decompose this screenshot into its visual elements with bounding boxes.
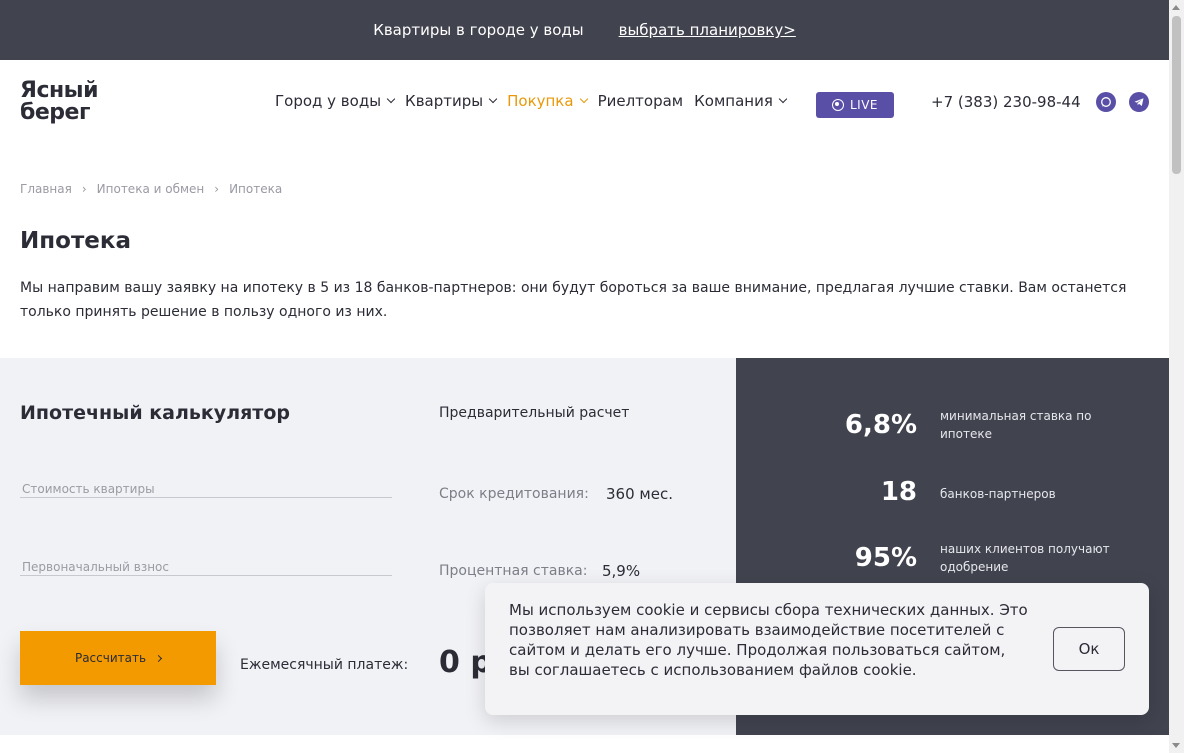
- telegram-icon[interactable]: [1129, 92, 1149, 112]
- breadcrumb-item-mortgage: Ипотека: [229, 182, 283, 196]
- breadcrumb: Главная › Ипотека и обмен › Ипотека: [20, 182, 282, 196]
- main-nav: Город у воды Квартиры Покупка Риелторам …: [275, 92, 797, 110]
- term-label: Срок кредитования:: [439, 486, 589, 502]
- nav-item-city[interactable]: Город у воды: [275, 92, 396, 110]
- down-payment-field: [20, 556, 392, 576]
- nav-item-apartments[interactable]: Квартиры: [405, 92, 498, 110]
- stat-banks-value: 18: [880, 477, 917, 507]
- stat-min-rate-value: 6,8%: [844, 410, 917, 440]
- breadcrumb-item-home[interactable]: Главная: [20, 182, 72, 196]
- promo-link[interactable]: выбрать планировку>: [619, 21, 796, 39]
- price-field: [20, 478, 392, 498]
- down-payment-input[interactable]: [20, 560, 392, 574]
- promo-text: Квартиры в городе у воды: [373, 21, 584, 39]
- whatsapp-icon[interactable]: [1096, 92, 1116, 112]
- page-title: Ипотека: [20, 228, 132, 254]
- nav-item-label: Покупка: [507, 92, 574, 110]
- stat-approval-text: наших клиентов получают одобрение: [940, 542, 1110, 574]
- calculator-title: Ипотечный калькулятор: [20, 402, 290, 424]
- chevron-down-icon: [579, 94, 588, 104]
- telegram-glyph: [1134, 98, 1144, 106]
- cookie-text: Мы используем cookie и сервисы сбора тех…: [509, 601, 1028, 679]
- term-value: 360 мес.: [606, 485, 673, 503]
- nav-item-realtors[interactable]: Риелторам: [598, 92, 684, 110]
- nav-item-label: Риелторам: [597, 92, 684, 110]
- nav-item-company[interactable]: Компания: [694, 92, 788, 110]
- calculate-button[interactable]: Рассчитать: [20, 631, 216, 685]
- stat-min-rate-text: минимальная ставка по ипотеке: [940, 409, 1092, 441]
- chevron-down-icon: [386, 94, 396, 104]
- chevron-right-icon: [155, 654, 163, 662]
- stat-approval-value: 95%: [854, 543, 917, 573]
- webcam-icon: [831, 99, 844, 111]
- price-input[interactable]: [20, 482, 392, 496]
- logo-line-1: Ясный: [20, 78, 99, 103]
- live-label: LIVE: [849, 98, 878, 112]
- nav-item-label: Компания: [694, 92, 773, 110]
- rate-value: 5,9%: [602, 562, 641, 580]
- nav-item-purchase[interactable]: Покупка: [507, 92, 588, 110]
- nav-item-label: Город у воды: [275, 92, 382, 110]
- monthly-payment-value: 0 р: [439, 645, 492, 680]
- nav-item-label: Квартиры: [405, 92, 484, 110]
- breadcrumb-item-mortgage-exchange[interactable]: Ипотека и обмен: [97, 182, 205, 196]
- phone-link[interactable]: +7 (383) 230-98-44: [931, 93, 1081, 111]
- chevron-right-icon: ›: [81, 182, 87, 196]
- page-intro: Мы направим вашу заявку на ипотеку в 5 и…: [20, 280, 1127, 320]
- preliminary-title: Предварительный расчет: [439, 405, 630, 421]
- scrollbar-thumb[interactable]: [1172, 16, 1181, 174]
- page-scrollbar[interactable]: [1169, 0, 1184, 753]
- rate-label: Процентная ставка:: [439, 563, 588, 579]
- monthly-payment-label: Ежемесячный платеж:: [240, 657, 409, 673]
- live-button[interactable]: LIVE: [816, 92, 894, 118]
- logo-line-2: берег: [20, 100, 90, 125]
- chevron-down-icon: [778, 94, 788, 104]
- scroll-down-arrow-icon[interactable]: [1172, 743, 1180, 748]
- calculate-button-label: Рассчитать: [74, 651, 147, 665]
- promo-bar: Квартиры в городе у воды выбрать планиро…: [0, 0, 1169, 60]
- scroll-up-arrow-icon[interactable]: [1172, 5, 1180, 10]
- chevron-down-icon: [488, 94, 498, 104]
- logo[interactable]: Ясный берег: [20, 80, 150, 130]
- cookie-banner: Мы используем cookie и сервисы сбора тех…: [485, 583, 1149, 715]
- stat-banks-text: банков-партнеров: [940, 487, 1056, 501]
- whatsapp-glyph: [1101, 97, 1111, 107]
- cookie-ok-button[interactable]: Ок: [1053, 627, 1125, 671]
- chevron-right-icon: ›: [214, 182, 220, 196]
